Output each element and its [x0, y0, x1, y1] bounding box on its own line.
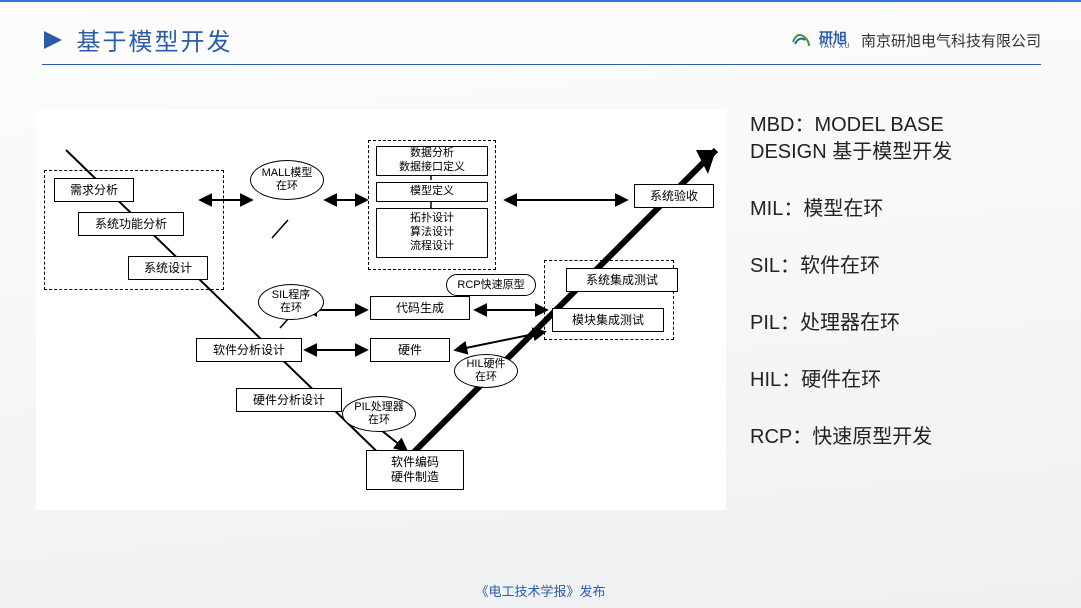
box-model-def: 模型定义 [376, 182, 488, 202]
box-codegen: 代码生成 [370, 296, 470, 320]
box-sysdesign: 系统设计 [128, 256, 208, 280]
legend-rcp: RCP：快速原型开发 [750, 424, 1050, 451]
box-coding: 软件编码 硬件制造 [366, 450, 464, 490]
box-req: 需求分析 [54, 178, 134, 202]
header: 基于模型开发 研旭 YAN XU 南京研旭电气科技有限公司 [42, 22, 1041, 62]
label-data-analysis: 数据分析 数据接口定义 [399, 147, 465, 175]
label-modtest: 模块集成测试 [572, 313, 644, 328]
label-rcp: RCP快速原型 [457, 279, 524, 292]
label-pil: PIL处理器 在环 [354, 401, 404, 426]
legend-pil: PIL：处理器在环 [750, 310, 1050, 337]
label-systest: 系统集成测试 [586, 273, 658, 288]
label-accept: 系统验收 [650, 189, 698, 204]
brand-logo-icon [789, 28, 813, 52]
company-name: 南京研旭电气科技有限公司 [861, 30, 1041, 51]
footer: 《电工技术学报》发布 [0, 581, 1081, 600]
box-topo: 拓扑设计 算法设计 流程设计 [376, 208, 488, 258]
title-bullet-icon [42, 29, 64, 51]
legend-mbd-line2: DESIGN 基于模型开发 [750, 139, 1050, 166]
brand-text: 研旭 YAN XU [819, 31, 853, 50]
bubble-hil: HIL硬件 在环 [454, 354, 518, 388]
label-hil: HIL硬件 在环 [466, 358, 505, 383]
legend-hil: HIL：硬件在环 [750, 367, 1050, 394]
box-systest: 系统集成测试 [566, 268, 678, 292]
box-sysfunc: 系统功能分析 [78, 212, 184, 236]
brand-en: YAN XU [819, 43, 853, 50]
label-hw: 硬件 [398, 343, 422, 358]
label-sysfunc: 系统功能分析 [95, 217, 167, 232]
bubble-rcp: RCP快速原型 [446, 274, 536, 296]
legend-mil: MIL：模型在环 [750, 196, 1050, 223]
slide-title: 基于模型开发 [76, 22, 232, 57]
box-modtest: 模块集成测试 [552, 308, 664, 332]
label-mall: MALL模型 在环 [262, 167, 313, 192]
box-swdesign: 软件分析设计 [196, 338, 302, 362]
legend-sil: SIL：软件在环 [750, 253, 1050, 280]
bubble-mall: MALL模型 在环 [250, 160, 324, 200]
legend: MBD：MODEL BASE DESIGN 基于模型开发 MIL：模型在环 SI… [750, 112, 1050, 481]
label-hwdesign: 硬件分析设计 [253, 393, 325, 408]
label-sysdesign: 系统设计 [144, 261, 192, 276]
box-hw: 硬件 [370, 338, 450, 362]
bubble-pil: PIL处理器 在环 [342, 396, 416, 432]
label-req: 需求分析 [70, 183, 118, 198]
v-model-diagram: 需求分析 系统功能分析 系统设计 软件分析设计 硬件分析设计 软件编码 硬件制造… [36, 110, 726, 510]
header-rule [42, 64, 1041, 65]
slide: 基于模型开发 研旭 YAN XU 南京研旭电气科技有限公司 MBD：MODEL … [0, 0, 1081, 608]
label-codegen: 代码生成 [396, 301, 444, 316]
label-model-def: 模型定义 [410, 185, 454, 199]
box-accept: 系统验收 [634, 184, 714, 208]
box-hwdesign: 硬件分析设计 [236, 388, 342, 412]
label-topo: 拓扑设计 算法设计 流程设计 [410, 212, 454, 253]
bubble-sil: SIL程序 在环 [258, 284, 324, 320]
legend-mbd-line1: MBD：MODEL BASE [750, 112, 1050, 139]
label-coding: 软件编码 硬件制造 [391, 455, 439, 485]
label-sil: SIL程序 在环 [272, 289, 311, 314]
brand-block: 研旭 YAN XU 南京研旭电气科技有限公司 [789, 28, 1041, 52]
legend-mbd: MBD：MODEL BASE DESIGN 基于模型开发 [750, 112, 1050, 166]
box-data-analysis: 数据分析 数据接口定义 [376, 146, 488, 176]
label-swdesign: 软件分析设计 [213, 343, 285, 358]
